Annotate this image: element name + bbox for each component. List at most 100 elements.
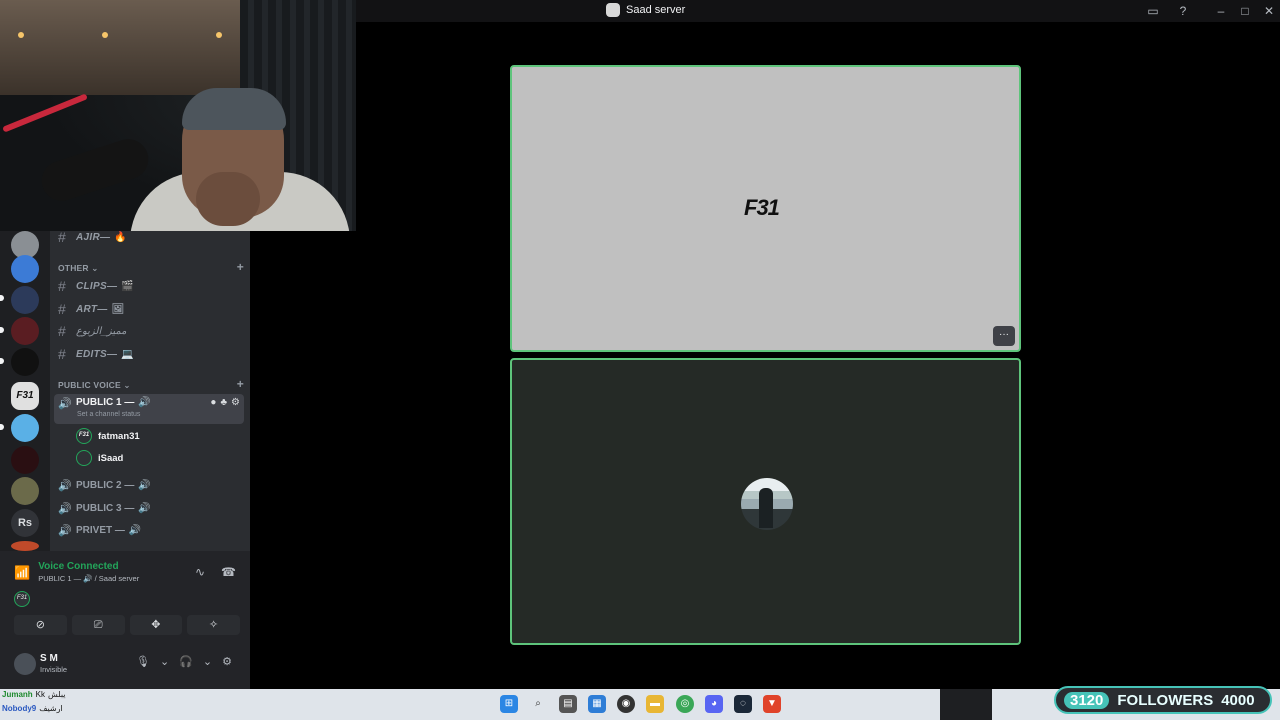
server-icon[interactable] [11,286,39,314]
user-avatar[interactable] [14,653,36,675]
obs-icon[interactable]: ◉ [617,695,635,713]
followers-goal-bar: 3120 FOLLOWERS 4000 [1054,686,1272,714]
store-icon[interactable]: ▦ [588,695,606,713]
ceiling-light [102,32,108,38]
close-icon[interactable]: ✕ [1261,3,1277,19]
noise-suppression-icon[interactable]: ∿ [195,565,205,579]
chevron-down-icon[interactable]: ⌄ [203,655,212,668]
voice-channel-tools: ● ♣ ⚙ [210,397,240,408]
minimize-icon[interactable]: – [1213,3,1229,19]
signal-icon[interactable]: 📶 [14,565,30,583]
voice-channel-public-2[interactable]: 🔊 PUBLIC 2 — 🔊 [54,474,244,496]
steam-icon[interactable]: ◌ [734,695,752,713]
avatar-figure [759,488,773,528]
server-icon[interactable] [11,541,39,551]
file-explorer-icon[interactable]: ▬ [646,695,664,713]
settings-icon[interactable]: ⚙ [231,397,240,408]
streamer-hand [196,172,260,226]
help-icon[interactable]: ? [1175,3,1191,19]
chat-icon[interactable]: ● [210,397,216,408]
camera-off-button[interactable]: ⊘ [14,615,67,635]
settings-icon[interactable]: ⚙ [222,655,232,668]
server-icon[interactable] [11,414,39,442]
unread-pill [0,295,4,301]
discord-icon[interactable]: ◕ [705,695,723,713]
disconnect-icon[interactable]: ☎ [221,565,236,579]
server-icon[interactable] [11,477,39,505]
chevron-down-icon[interactable]: ⌄ [160,655,169,668]
inbox-icon[interactable]: ▭ [1145,3,1161,19]
user-controls: 🎙 ⌄ 🎧 ⌄ ⚙ [136,655,232,668]
task-view-icon[interactable]: ▤ [559,695,577,713]
server-icon[interactable] [11,348,39,376]
windows-start-icon[interactable]: ⊞ [500,695,518,713]
voice-channel-public-1[interactable]: 🔊 PUBLIC 1 — 🔊 Set a channel status ● ♣ … [54,394,244,424]
unread-pill [0,327,4,333]
channel-name: EDITS— [76,348,118,360]
user-area: S M Invisible 🎙 ⌄ 🎧 ⌄ ⚙ [0,647,250,689]
add-channel-icon[interactable]: + [237,261,244,274]
server-rs[interactable]: Rs [11,509,39,537]
video-tile-isaad[interactable] [510,358,1021,645]
speaker-icon: 🔊 [58,398,72,410]
speaker-emoji: 🔊 [138,502,151,514]
headphones-icon[interactable]: 🎧 [179,655,193,668]
hash-icon: # [58,346,67,362]
channel-edits[interactable]: # EDITS— 💻 [58,344,244,364]
server-icon [606,3,620,17]
channel-name: AJIR— [76,231,111,243]
mic-arm [2,93,88,133]
invite-icon[interactable]: ♣ [220,397,227,408]
voice-channel-name: PUBLIC 3 — [76,502,135,514]
channel-emoji: 🎬 [121,280,135,292]
channel-clips[interactable]: # CLIPS— 🎬 [58,276,244,296]
brave-icon[interactable]: ▼ [763,695,781,713]
avatar: F31 [14,591,30,607]
category-other[interactable]: OTHER ⌄ + [58,261,244,274]
voice-channel-public-3[interactable]: 🔊 PUBLIC 3 — 🔊 [54,497,244,519]
user-panel: 📶 Voice Connected PUBLIC 1 — 🔊 / Saad se… [0,551,250,689]
category-label: PUBLIC VOICE [58,380,121,390]
microphone-icon[interactable]: 🎙 [136,655,150,668]
server-icon[interactable] [11,255,39,283]
channel-status[interactable]: Set a channel status [77,411,140,418]
channel-arabic[interactable]: # مميز_الزبوع [58,321,244,341]
avatar: F31 [76,428,92,444]
followers-current: 3120 [1064,691,1110,709]
voice-connection: 📶 Voice Connected PUBLIC 1 — 🔊 / Saad se… [14,561,139,583]
followers-label: FOLLOWERS [1117,691,1214,709]
locked-speaker-icon: 🔊 [58,524,72,537]
window-title: Saad server [606,3,685,17]
add-channel-icon[interactable]: + [237,378,244,391]
chat-line: Jumanh Kk يبلش [2,690,66,699]
voice-user[interactable]: F31 fatman31 [76,426,140,446]
search-icon[interactable]: ⌕ [529,695,547,713]
window-title-text: Saad server [626,4,686,16]
more-options-button[interactable]: ··· [993,326,1015,346]
voice-controls: ∿ ☎ [195,565,236,579]
microphone [36,133,154,207]
soundboard-button[interactable]: ✧ [187,615,240,635]
chrome-icon[interactable]: ◎ [676,695,694,713]
streamer-headphones [182,88,286,130]
voice-location[interactable]: PUBLIC 1 — 🔊 / Saad server [38,574,139,583]
video-tile-fatman31[interactable]: F31 ··· [510,65,1021,352]
channel-emoji: 🔥 [114,231,128,243]
server-f31[interactable]: F31 [11,382,39,410]
server-icon[interactable] [11,317,39,345]
webcam-overlay [0,0,356,231]
voice-channel-privet[interactable]: 🔊 PRIVET — 🔊 [54,519,244,541]
maximize-icon[interactable]: □ [1237,3,1253,19]
user-status: Invisible [40,665,68,674]
chat-user: Jumanh [2,690,33,699]
share-screen-button[interactable]: ⎚ [71,615,125,635]
activities-button[interactable]: ✥ [129,615,183,635]
category-public-voice[interactable]: PUBLIC VOICE ⌄ + [58,378,244,391]
hash-icon: # [58,301,67,317]
server-icon[interactable] [11,446,39,474]
user-name[interactable]: S M [40,653,58,664]
voice-user[interactable]: iSaad [76,448,123,468]
channel-art[interactable]: # ART— 🖼 [58,299,244,319]
hash-icon: # [58,229,67,245]
speaker-icon: 🔊 [58,502,72,515]
